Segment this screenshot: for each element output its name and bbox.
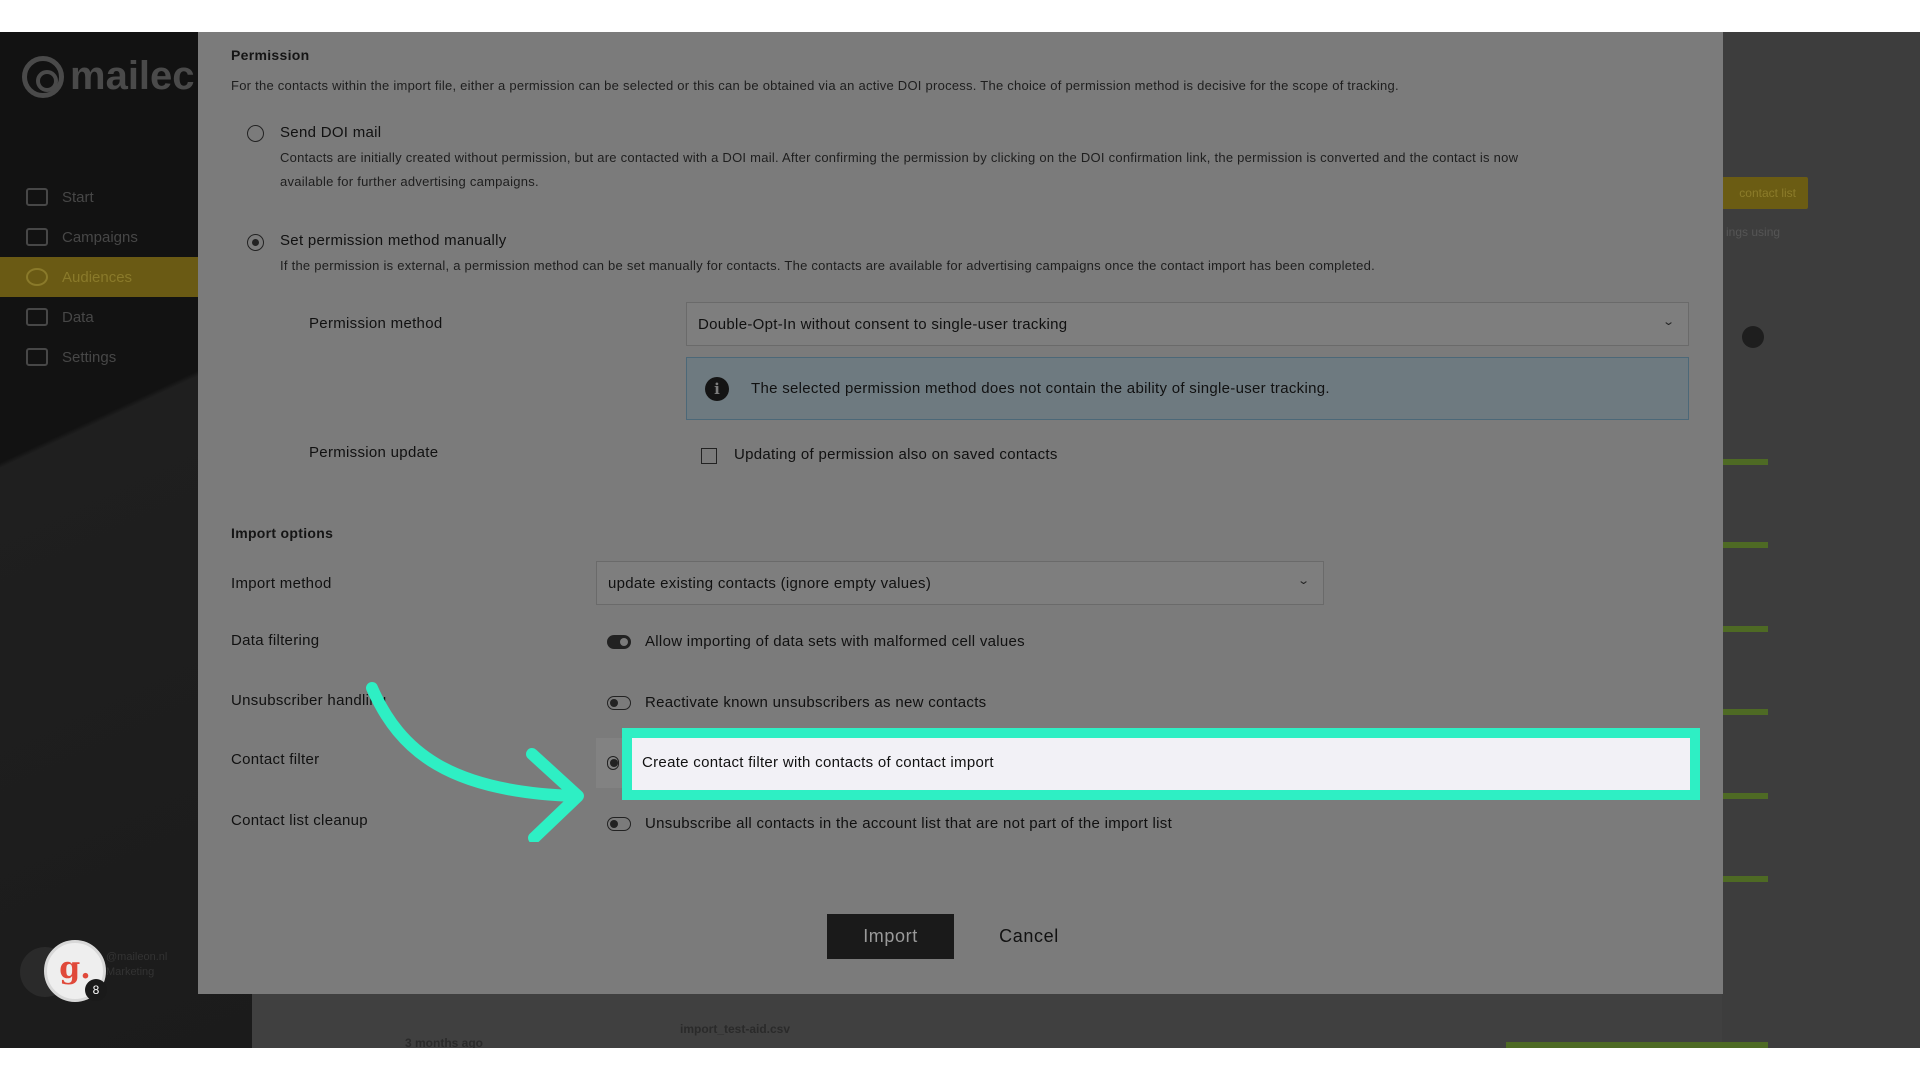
permission-update-label: Permission update xyxy=(309,444,439,461)
import-method-select[interactable]: update existing contacts (ignore empty v… xyxy=(596,561,1324,605)
permission-description: For the contacts within the import file,… xyxy=(231,78,1399,93)
background-progress-bar xyxy=(1722,793,1768,799)
background-progress-bar xyxy=(1722,876,1768,882)
users-icon xyxy=(26,268,48,286)
unsubscriber-option: Reactivate known unsubscribers as new co… xyxy=(645,694,987,711)
permission-info-box: i The selected permission method does no… xyxy=(686,357,1689,420)
notification-badge: 8 xyxy=(85,979,107,1001)
user-info: @maileon.nl Marketing xyxy=(106,951,168,978)
settings-gear-icon xyxy=(26,348,48,366)
import-options-title: Import options xyxy=(231,525,334,541)
contact-list-cleanup-toggle[interactable] xyxy=(607,817,631,831)
contact-filter-option: Create contact filter with contacts of c… xyxy=(642,754,994,771)
sidebar-item-data[interactable]: Data xyxy=(0,297,200,337)
permission-method-label: Permission method xyxy=(309,315,443,332)
data-filtering-label: Data filtering xyxy=(231,632,320,649)
manual-permission-label: Set permission method manually xyxy=(280,232,507,249)
manual-permission-description: If the permission is external, a permiss… xyxy=(280,258,1375,273)
pointer-arrow-icon xyxy=(366,682,584,842)
chevron-down-icon: ⌄ xyxy=(1297,575,1311,587)
info-icon: i xyxy=(705,376,729,401)
send-doi-label: Send DOI mail xyxy=(280,124,382,141)
contact-filter-highlight[interactable]: Create contact filter with contacts of c… xyxy=(622,728,1700,800)
background-date-text: 3 months ago xyxy=(405,1036,484,1048)
chevron-down-icon: ⌄ xyxy=(1662,316,1676,328)
avatar[interactable]: g. 8 xyxy=(44,940,107,1002)
background-progress-bar xyxy=(1722,459,1768,465)
data-filtering-option: Allow importing of data sets with malfor… xyxy=(645,633,1025,650)
megaphone-icon xyxy=(26,228,48,246)
sidebar-item-settings[interactable]: Settings xyxy=(0,337,200,377)
contact-filter-toggle[interactable] xyxy=(607,756,619,770)
folder-icon xyxy=(26,308,48,326)
unsubscriber-toggle[interactable] xyxy=(607,696,631,710)
background-progress-bar xyxy=(1506,1042,1768,1048)
logo: mailec xyxy=(22,54,195,99)
cancel-button[interactable]: Cancel xyxy=(986,914,1072,959)
sidebar-item-start[interactable]: Start xyxy=(0,177,200,217)
background-progress-bar xyxy=(1722,709,1768,715)
background-right-text: ings using xyxy=(1726,225,1781,239)
permission-method-select[interactable]: Double-Opt-In without consent to single-… xyxy=(686,302,1689,346)
sidebar-nav: Start Campaigns Audiences Data Settings xyxy=(0,177,200,377)
permission-update-checkbox[interactable] xyxy=(701,448,717,464)
gear-icon xyxy=(1742,326,1764,348)
send-doi-description: Contacts are initially created without p… xyxy=(280,150,1519,189)
import-modal: Permission For the contacts within the i… xyxy=(198,32,1723,994)
import-button[interactable]: Import xyxy=(827,914,954,959)
background-file-text: import_test-aid.csv xyxy=(680,1022,791,1036)
background-progress-bar xyxy=(1722,542,1768,548)
app-frame: contact list ings using 3 months ago imp… xyxy=(0,32,1920,1048)
permission-title: Permission xyxy=(231,47,310,63)
contact-list-cleanup-option: Unsubscribe all contacts in the account … xyxy=(645,815,1173,832)
dashboard-icon xyxy=(26,188,48,206)
background-progress-bar xyxy=(1722,626,1768,632)
contact-list-cleanup-label: Contact list cleanup xyxy=(231,812,368,829)
logo-icon xyxy=(22,55,64,98)
permission-update-option: Updating of permission also on saved con… xyxy=(734,446,1058,463)
import-method-label: Import method xyxy=(231,575,332,592)
manual-permission-radio[interactable] xyxy=(247,234,264,251)
sidebar-item-campaigns[interactable]: Campaigns xyxy=(0,217,200,257)
data-filtering-toggle[interactable] xyxy=(607,635,631,649)
send-doi-radio[interactable] xyxy=(247,125,264,142)
sidebar-item-audiences[interactable]: Audiences xyxy=(0,257,200,297)
contact-filter-label: Contact filter xyxy=(231,751,320,768)
